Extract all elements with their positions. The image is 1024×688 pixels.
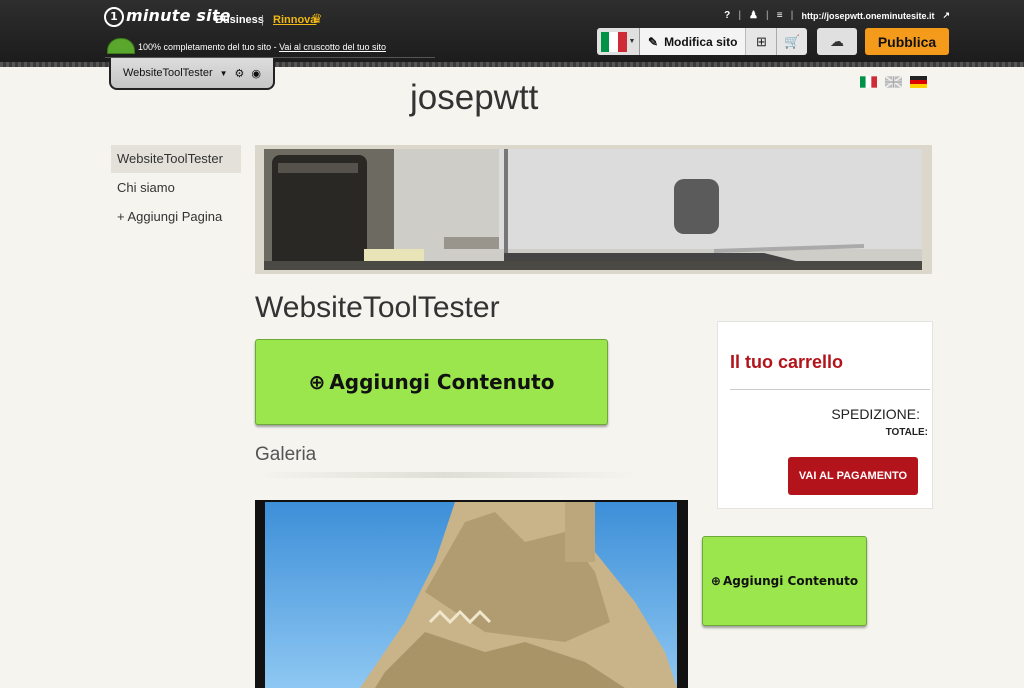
cart-widget: Il tuo carrello SPEDIZIONE: TOTALE: VAI … bbox=[717, 321, 933, 509]
site-url-link[interactable]: http://josepwtt.oneminutesite.it bbox=[801, 11, 934, 21]
language-flags bbox=[860, 76, 927, 88]
edit-site-button[interactable]: ✎ Modifica sito bbox=[640, 28, 747, 55]
top-icons: ? | ♟ | ≡ | http://josepwtt.oneminutesit… bbox=[724, 10, 950, 21]
publish-button[interactable]: Pubblica bbox=[865, 28, 949, 55]
gallery-divider bbox=[255, 472, 635, 478]
layout-button[interactable]: ⊞ bbox=[746, 28, 778, 55]
plus-circle-icon: ⊕ bbox=[710, 574, 721, 588]
cloud-icon: ☁ bbox=[830, 33, 844, 49]
gallery[interactable] bbox=[255, 500, 688, 688]
external-link-icon: ↗ bbox=[942, 10, 950, 20]
separator: | bbox=[261, 14, 264, 26]
chevron-down-icon: ▼ bbox=[628, 38, 636, 45]
user-icon[interactable]: ♟ bbox=[749, 10, 758, 21]
pencil-icon: ✎ bbox=[648, 34, 659, 49]
cart-shipping: SPEDIZIONE: bbox=[831, 406, 920, 422]
banner-image bbox=[264, 149, 922, 270]
separator: | bbox=[790, 10, 794, 21]
caret-down-icon[interactable]: ▼ bbox=[220, 69, 228, 78]
dashboard-link[interactable]: Vai al cruscotto del tuo sito bbox=[279, 42, 386, 52]
progress-label: 100% completamento del tuo sito - bbox=[138, 42, 280, 52]
renew-link[interactable]: Rinnova bbox=[273, 14, 316, 26]
crown-icon: ♛ bbox=[311, 11, 323, 26]
sidebar-nav: WebsiteToolTester Chi siamo + Aggiungi P… bbox=[111, 145, 241, 232]
site-title[interactable]: josepwtt bbox=[410, 78, 538, 118]
italy-flag-icon bbox=[600, 31, 627, 52]
plus-circle-icon: ⊕ bbox=[308, 370, 326, 394]
german-flag-icon[interactable] bbox=[910, 76, 927, 88]
gallery-image[interactable] bbox=[265, 502, 677, 688]
plan-label: Business bbox=[215, 14, 264, 26]
progress-text: 100% completamento del tuo sito - Vai al… bbox=[138, 42, 386, 52]
help-icon[interactable]: ? bbox=[724, 10, 730, 21]
logo[interactable]: 1 minute site bbox=[104, 6, 231, 27]
tab-label: WebsiteToolTester bbox=[122, 67, 213, 79]
header-banner[interactable] bbox=[255, 145, 932, 274]
sidebar-item-websitetooltester[interactable]: WebsiteToolTester bbox=[111, 145, 241, 173]
add-content-label: Aggiungi Contenuto bbox=[329, 370, 555, 394]
language-selector[interactable]: ▼ bbox=[597, 28, 640, 55]
layout-icon: ⊞ bbox=[755, 33, 767, 49]
cart-total: TOTALE: bbox=[885, 427, 928, 438]
gear-icon[interactable]: ⚙ bbox=[235, 67, 245, 80]
cloud-button[interactable]: ☁ bbox=[817, 28, 857, 55]
add-content-button-sidebar[interactable]: ⊕ Aggiungi Contenuto bbox=[702, 536, 867, 626]
separator: | bbox=[738, 10, 742, 21]
italian-flag-icon[interactable] bbox=[860, 76, 877, 88]
logo-one: 1 bbox=[104, 6, 124, 27]
desk-photo bbox=[264, 149, 922, 270]
edit-toolbar: ▼ ✎ Modifica sito ⊞ 🛒 bbox=[597, 28, 808, 55]
cart-button[interactable]: 🛒 bbox=[777, 28, 808, 55]
cart-title: Il tuo carrello bbox=[730, 352, 844, 372]
checkout-button[interactable]: VAI AL PAGAMENTO bbox=[788, 457, 918, 495]
page-settings-tab[interactable]: WebsiteToolTester ▼ ⚙ ◉ bbox=[109, 58, 275, 90]
sidebar-item-chi-siamo[interactable]: Chi siamo bbox=[111, 174, 241, 202]
gallery-title[interactable]: Galeria bbox=[255, 444, 316, 466]
cart-divider bbox=[730, 389, 930, 390]
eye-icon[interactable]: ◉ bbox=[251, 67, 261, 80]
page-heading[interactable]: WebsiteToolTester bbox=[255, 291, 500, 325]
add-content-button[interactable]: ⊕ Aggiungi Contenuto bbox=[255, 339, 608, 425]
edit-site-label: Modifica sito bbox=[664, 34, 738, 49]
cart-icon: 🛒 bbox=[784, 33, 801, 49]
sandcastle-photo bbox=[360, 502, 677, 688]
uk-flag-icon[interactable] bbox=[885, 76, 902, 88]
add-content-label: Aggiungi Contenuto bbox=[722, 574, 859, 588]
separator: | bbox=[765, 10, 769, 21]
sidebar-item-add-page[interactable]: + Aggiungi Pagina bbox=[111, 203, 241, 231]
menu-icon[interactable]: ≡ bbox=[777, 10, 783, 21]
